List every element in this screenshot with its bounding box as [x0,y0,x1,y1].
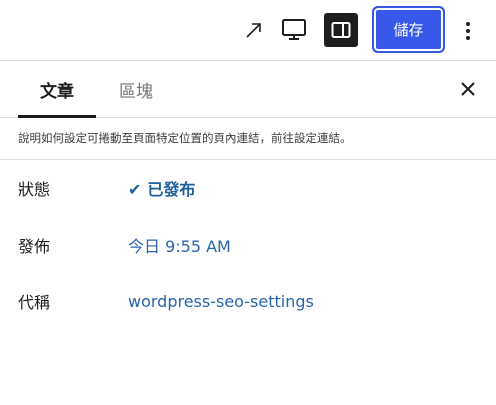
desktop-icon [282,19,306,40]
settings-sidebar: 文章 區塊 說明如何設定可捲動至頁面特定位置的頁內連結，前往設定連結。 狀態 ✔… [0,60,496,405]
close-icon [461,82,475,96]
desktop-preview-button[interactable] [278,14,310,46]
editor-toolbar: 儲存 [0,0,496,60]
publish-label: 發佈 [18,237,51,256]
status-row: 狀態 ✔ 已發布 [0,168,496,208]
arrow-up-right-icon[interactable] [240,16,268,44]
status-value: 已發布 [147,180,196,199]
status-label: 狀態 [18,180,51,199]
sidebar-tabs: 文章 區塊 [0,61,496,118]
slug-value-button[interactable]: wordpress-seo-settings [128,292,314,311]
vertical-ellipsis-icon [466,22,470,40]
panel-description: 說明如何設定可捲動至頁面特定位置的頁內連結，前往設定連結。 [0,118,496,160]
slug-row: 代稱 wordpress-seo-settings [0,281,496,321]
arrow-up-right-icon-svg [246,23,261,38]
settings-sidebar-toggle[interactable] [324,13,358,47]
save-button[interactable]: 儲存 [372,6,445,53]
tab-post[interactable]: 文章 [18,61,96,118]
publish-row: 發佈 今日 9:55 AM [0,225,496,265]
close-sidebar-button[interactable] [456,77,480,101]
publish-date-button[interactable]: 今日 9:55 AM [128,233,231,257]
slug-label: 代稱 [18,293,51,312]
status-value-button[interactable]: ✔ 已發布 [128,176,195,200]
tab-block[interactable]: 區塊 [106,61,166,117]
more-options-button[interactable] [456,16,480,46]
sidebar-toggle-icon [331,22,351,38]
check-icon: ✔ [128,180,142,199]
